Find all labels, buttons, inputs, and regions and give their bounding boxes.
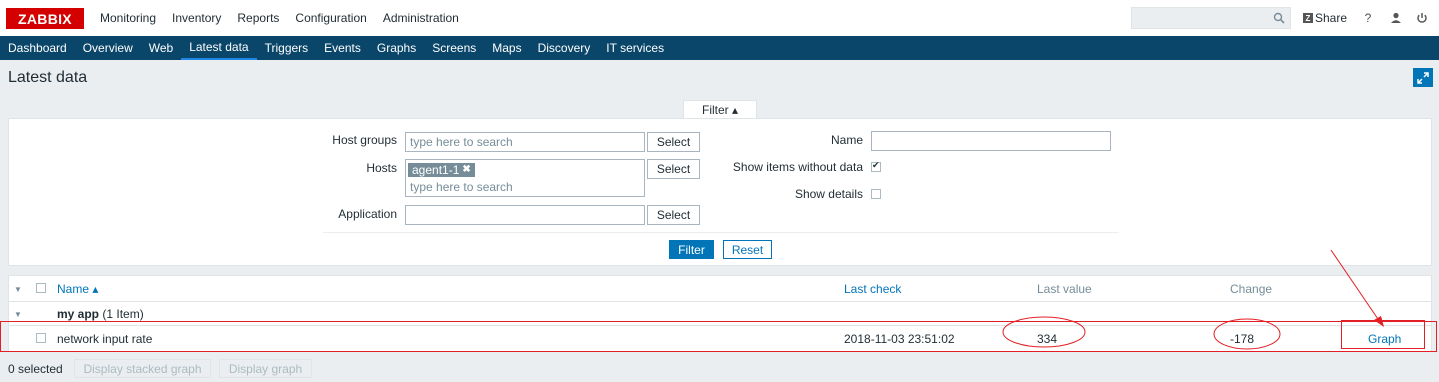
annotation-ellipse-change xyxy=(1213,318,1281,350)
selected-count: 0 selected xyxy=(8,362,63,376)
display-stacked-graph-button[interactable]: Display stacked graph xyxy=(74,359,211,378)
display-graph-button[interactable]: Display graph xyxy=(219,359,312,378)
annotation-overlay xyxy=(1002,249,1384,350)
annotation-ellipse-last-value xyxy=(1002,316,1086,348)
annotation-arrowhead xyxy=(1374,316,1384,327)
annotation-arrow-line xyxy=(1330,249,1381,323)
